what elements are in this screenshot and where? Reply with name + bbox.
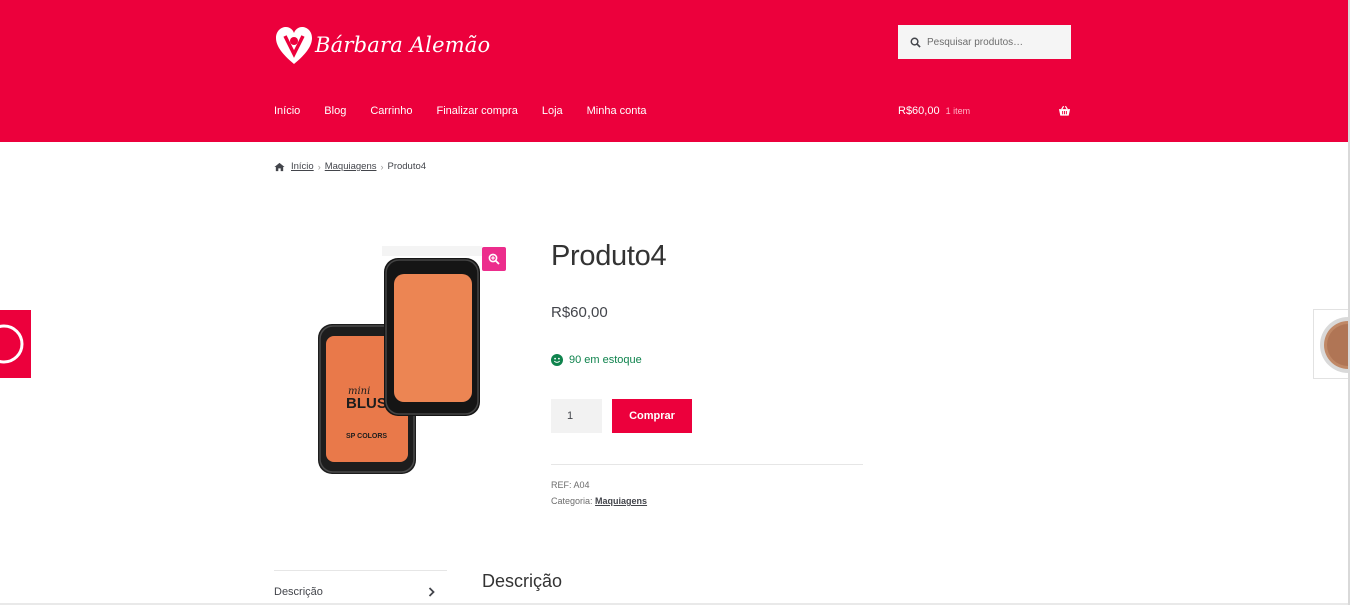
- chevron-right-icon: [428, 587, 435, 597]
- sku-row: REF: A04: [551, 477, 647, 493]
- description-heading: Descrição: [482, 571, 563, 591]
- product-title: Produto4: [551, 240, 667, 272]
- cart-amount: R$60,00: [898, 105, 940, 117]
- product-thumbnail: [1320, 317, 1350, 373]
- stock-text: 90 em estoque: [569, 354, 642, 366]
- category-label: Categoria:: [551, 496, 593, 506]
- cart-basket-icon: [1058, 105, 1071, 116]
- site-logo[interactable]: Bárbara Alemão: [274, 24, 490, 66]
- home-icon: [274, 162, 285, 171]
- add-to-cart-button[interactable]: Comprar: [612, 399, 692, 433]
- tab-descricao[interactable]: Descrição: [274, 586, 447, 598]
- search-icon: [910, 37, 921, 48]
- product-meta: REF: A04 Categoria: Maquiagens: [551, 477, 647, 509]
- divider: [551, 464, 863, 465]
- primary-nav: Início Blog Carrinho Finalizar compra Lo…: [274, 105, 671, 117]
- smiley-icon: [551, 354, 563, 366]
- nav-item-carrinho[interactable]: Carrinho: [370, 105, 412, 117]
- nav-item-blog[interactable]: Blog: [324, 105, 346, 117]
- sku-label: REF:: [551, 480, 572, 490]
- nav-item-inicio[interactable]: Início: [274, 105, 300, 117]
- nav-item-loja[interactable]: Loja: [542, 105, 563, 117]
- breadcrumb-separator: ›: [317, 161, 321, 172]
- product-price: R$60,00: [551, 304, 608, 321]
- category-row: Categoria: Maquiagens: [551, 493, 647, 509]
- ring-icon: [0, 324, 24, 364]
- search-box: [898, 25, 1071, 59]
- nav-item-finalizar-compra[interactable]: Finalizar compra: [437, 105, 518, 117]
- category-link[interactable]: Maquiagens: [595, 496, 647, 506]
- side-product-right[interactable]: [1313, 309, 1350, 379]
- zoom-icon: [488, 253, 500, 265]
- side-promo-left[interactable]: [0, 310, 31, 378]
- nav-item-minha-conta[interactable]: Minha conta: [587, 105, 647, 117]
- search-input[interactable]: [927, 36, 1067, 48]
- breadcrumb-category[interactable]: Maquiagens: [325, 161, 377, 172]
- header-cart[interactable]: R$60,00 1 item: [898, 105, 1071, 117]
- site-header: Bárbara Alemão Início Blog Carrinho Fina…: [0, 0, 1348, 142]
- logo-text: Bárbara Alemão: [315, 33, 491, 57]
- tab-label: Descrição: [274, 586, 323, 598]
- zoom-button[interactable]: [482, 247, 506, 271]
- product-image[interactable]: mini BLUSH SP COLORS: [274, 244, 506, 476]
- cart-count: 1 item: [945, 106, 971, 116]
- divider: [274, 570, 447, 571]
- breadcrumb-current: Produto4: [387, 161, 427, 172]
- breadcrumb-home[interactable]: Início: [291, 161, 314, 172]
- breadcrumb-separator: ›: [380, 161, 384, 172]
- image-text-brand: SP COLORS: [346, 433, 387, 440]
- quantity-input[interactable]: [551, 399, 602, 433]
- stock-status: 90 em estoque: [551, 354, 642, 366]
- breadcrumb: Início › Maquiagens › Produto4: [274, 161, 426, 172]
- sku-value: A04: [573, 480, 590, 490]
- heart-logo-icon: [276, 27, 312, 64]
- blush-compacts-image: mini BLUSH SP COLORS: [318, 246, 482, 474]
